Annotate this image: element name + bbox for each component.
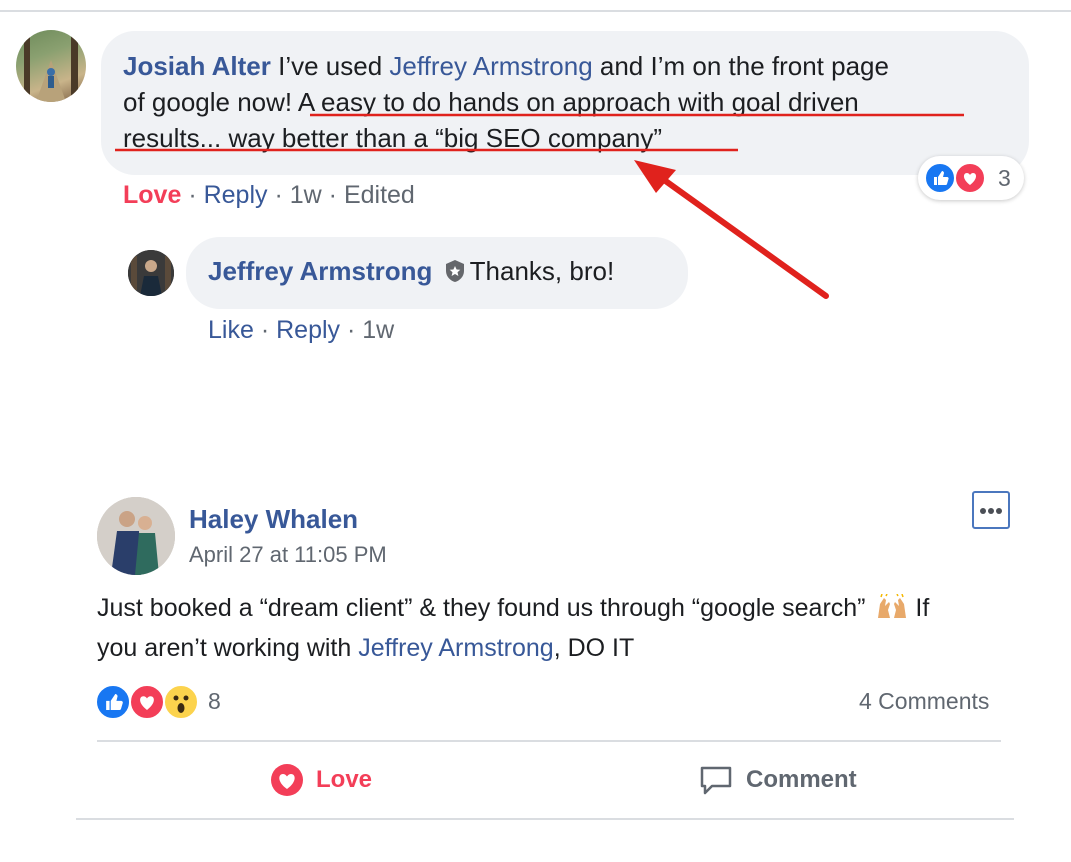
shield-badge-icon[interactable] [444, 256, 466, 292]
haley-avatar[interactable] [97, 497, 175, 575]
haley-avatar-photo [97, 497, 175, 575]
reply-age[interactable]: 1w [362, 316, 394, 344]
jeffrey-avatar-photo [128, 250, 174, 296]
raising-hands-icon [876, 593, 908, 630]
post-love-button[interactable]: Love [270, 760, 372, 800]
reply-link[interactable]: Reply [276, 316, 340, 344]
bottom-divider [76, 818, 1014, 820]
love-icon [129, 684, 165, 720]
post-actions-divider [97, 740, 1001, 742]
post-text-segment: , DO IT [553, 634, 635, 662]
love-icon [270, 763, 304, 797]
post-timestamp[interactable]: April 27 at 11:05 PM [189, 542, 387, 568]
top-divider [0, 10, 1071, 12]
mention-jeffrey-link[interactable]: Jeffrey Armstrong [389, 51, 592, 81]
comment-text-segment: of google now! [123, 87, 293, 117]
comment-text-segment: I’ve used [270, 51, 390, 81]
like-icon [95, 684, 131, 720]
josiah-avatar-photo [24, 30, 78, 102]
post-body: Just booked a “dream client” & they foun… [97, 590, 929, 666]
post-comments-count[interactable]: 4 Comments [859, 688, 989, 715]
josiah-reactions-pill[interactable]: 3 [918, 156, 1024, 200]
post-reactions[interactable]: 8 [95, 682, 235, 720]
reply-text: Thanks, bro! [469, 256, 615, 286]
post-text-segment: Just booked a “dream client” & they foun… [97, 594, 866, 622]
josiah-reaction-count: 3 [998, 165, 1011, 191]
wow-icon [163, 684, 199, 720]
comment-text-segment: and I’m on the front page [592, 51, 889, 81]
post-reaction-count: 8 [208, 688, 221, 714]
comment-text-underlined: results... way better than a “big SEO co… [123, 123, 663, 153]
josiah-comment-text: Josiah Alter I’ve used Jeffrey Armstrong… [123, 48, 1013, 156]
post-text-segment: you aren’t working with [97, 634, 359, 662]
comment-age[interactable]: 1w [290, 181, 322, 209]
mention-jeffrey-link[interactable]: Jeffrey Armstrong [358, 634, 553, 662]
jeffrey-avatar[interactable] [128, 250, 174, 296]
josiah-avatar[interactable] [16, 30, 86, 102]
love-icon [954, 162, 986, 194]
like-link[interactable]: Like [208, 316, 254, 344]
comment-button-label: Comment [746, 766, 857, 793]
more-options-button[interactable] [972, 491, 1010, 529]
jeffrey-reply-text: Jeffrey Armstrong Thanks, bro! [208, 253, 614, 292]
jeffrey-reply-actions: Like · Reply · 1w [208, 316, 395, 344]
reply-link[interactable]: Reply [204, 181, 268, 209]
like-icon [924, 162, 956, 194]
more-options-icon [980, 508, 1002, 514]
love-button-label: Love [316, 766, 373, 793]
comment-icon [698, 762, 734, 798]
jeffrey-author-name[interactable]: Jeffrey Armstrong [208, 256, 432, 286]
josiah-author-name[interactable]: Josiah Alter [123, 51, 271, 81]
josiah-comment-actions: Love · Reply · 1w · Edited [123, 181, 415, 209]
love-reaction-link[interactable]: Love [123, 181, 181, 209]
post-text-segment: If [908, 594, 930, 622]
edited-label[interactable]: Edited [344, 181, 415, 209]
haley-author-name[interactable]: Haley Whalen [189, 504, 358, 535]
comment-text-underlined: A easy to do hands on approach with goal… [292, 87, 859, 117]
post-comment-button[interactable]: Comment [698, 760, 857, 800]
